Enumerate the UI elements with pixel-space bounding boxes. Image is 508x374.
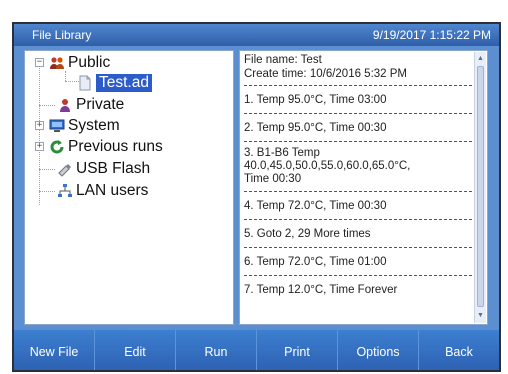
tree-item-label: LAN users — [76, 182, 149, 199]
users-icon — [49, 55, 65, 71]
tree-connector — [39, 191, 55, 192]
back-button[interactable]: Back — [419, 330, 499, 370]
tree-connector — [39, 169, 55, 170]
protocol-step[interactable]: 2. Temp 95.0°C, Time 00:30 — [244, 113, 472, 141]
tree-item-test-ad[interactable]: Test.ad — [77, 73, 152, 93]
options-button[interactable]: Options — [338, 330, 419, 370]
tree-item-label: USB Flash — [76, 160, 151, 177]
step-text: 7. Temp 12.0°C, Time Forever — [244, 284, 398, 296]
protocol-step[interactable]: 4. Temp 72.0°C, Time 00:30 — [244, 191, 472, 219]
scroll-down-icon[interactable]: ▼ — [476, 311, 485, 321]
create-time: Create time: 10/6/2016 5:32 PM — [244, 68, 408, 80]
run-button[interactable]: Run — [176, 330, 257, 370]
refresh-icon — [49, 139, 65, 155]
tree-connector — [39, 105, 55, 106]
folder-tree: − Public Test.ad Private + System + Prev… — [24, 50, 234, 325]
tree-item-label: Test.ad — [96, 74, 152, 92]
step-text: 3. B1-B6 Temp — [244, 147, 320, 159]
tree-item-previous-runs[interactable]: Previous runs — [49, 137, 163, 157]
document-icon — [77, 75, 93, 91]
datetime-display: 9/19/2017 1:15:22 PM — [372, 28, 491, 42]
tree-item-private[interactable]: Private — [57, 95, 124, 115]
protocol-step[interactable]: 7. Temp 12.0°C, Time Forever — [244, 275, 472, 303]
file-details-pane: File name: Test Create time: 10/6/2016 5… — [239, 50, 488, 325]
window-title: File Library — [32, 28, 92, 42]
tree-item-public[interactable]: Public — [49, 53, 110, 73]
expand-toggle[interactable]: + — [35, 121, 44, 130]
step-text: 6. Temp 72.0°C, Time 01:00 — [244, 256, 387, 268]
protocol-step[interactable]: 1. Temp 95.0°C, Time 03:00 — [244, 85, 472, 113]
step-text: 1. Temp 95.0°C, Time 03:00 — [244, 94, 387, 106]
scroll-up-icon[interactable]: ▲ — [476, 54, 485, 64]
computer-icon — [49, 118, 65, 134]
file-name: File name: Test — [244, 54, 322, 66]
tree-item-label: System — [68, 117, 120, 134]
step-text: 5. Goto 2, 29 More times — [244, 228, 371, 240]
softkey-bar: New File Edit Run Print Options Back — [14, 330, 499, 370]
step-text: 4. Temp 72.0°C, Time 00:30 — [244, 200, 387, 212]
protocol-step[interactable]: 3. B1-B6 Temp 40.0,45.0,50.0,55.0,60.0,6… — [244, 141, 472, 191]
tree-item-system[interactable]: System — [49, 116, 120, 136]
usb-icon — [57, 161, 73, 177]
print-button[interactable]: Print — [257, 330, 338, 370]
tree-item-label: Private — [76, 96, 125, 113]
tree-item-label: Previous runs — [68, 138, 163, 155]
step-text: Time 00:30 — [244, 173, 302, 185]
touch-screen: File Library 9/19/2017 1:15:22 PM − Publ… — [12, 22, 501, 372]
step-text: 40.0,45.0,50.0,55.0,60.0,65.0°C, — [244, 160, 411, 172]
file-details-content: File name: Test Create time: 10/6/2016 5… — [244, 53, 472, 303]
network-icon — [57, 183, 73, 199]
content-area: − Public Test.ad Private + System + Prev… — [14, 46, 499, 330]
tree-item-usb-flash[interactable]: USB Flash — [57, 159, 150, 179]
edit-button[interactable]: Edit — [95, 330, 176, 370]
collapse-toggle[interactable]: − — [35, 58, 44, 67]
tree-item-label: Public — [68, 54, 111, 71]
title-bar: File Library 9/19/2017 1:15:22 PM — [14, 24, 499, 46]
tree-item-lan-users[interactable]: LAN users — [57, 181, 148, 201]
protocol-step[interactable]: 6. Temp 72.0°C, Time 01:00 — [244, 247, 472, 275]
tree-connector — [39, 63, 40, 205]
step-text: 2. Temp 95.0°C, Time 00:30 — [244, 122, 387, 134]
user-icon — [57, 97, 73, 113]
new-file-button[interactable]: New File — [14, 330, 95, 370]
expand-toggle[interactable]: + — [35, 142, 44, 151]
scrollbar-thumb[interactable] — [477, 66, 484, 307]
device-bezel: File Library 9/19/2017 1:15:22 PM − Publ… — [0, 0, 508, 374]
vertical-scrollbar[interactable]: ▲ ▼ — [474, 52, 486, 323]
protocol-step[interactable]: 5. Goto 2, 29 More times — [244, 219, 472, 247]
